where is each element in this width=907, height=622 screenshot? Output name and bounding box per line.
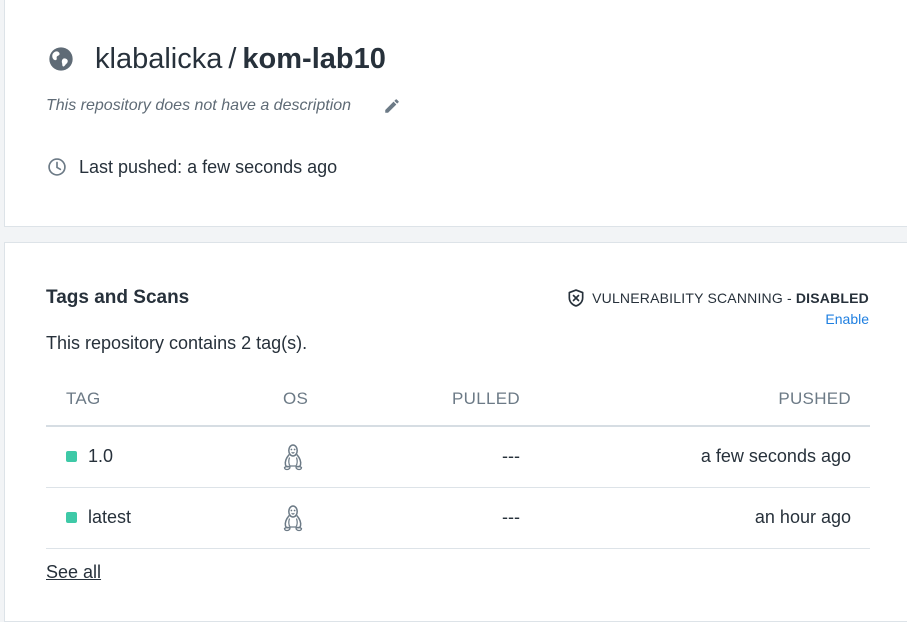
repo-namespace[interactable]: klabalicka — [95, 43, 222, 76]
pencil-icon[interactable] — [383, 97, 401, 115]
os-cell — [282, 443, 304, 476]
table-header: TAG OS PULLED PUSHED — [46, 373, 870, 427]
repo-separator: / — [228, 42, 237, 75]
repo-description-row: This repository does not have a descript… — [46, 94, 401, 118]
last-pushed-text: Last pushed: a few seconds ago — [79, 156, 338, 177]
os-cell — [282, 504, 304, 537]
globe-icon — [47, 45, 75, 73]
pulled-cell: --- — [502, 446, 520, 466]
table-row: latest --- an hour ago — [46, 488, 870, 549]
see-all-link[interactable]: See all — [46, 562, 101, 583]
tag-status-dot — [66, 451, 77, 462]
clock-icon — [47, 157, 67, 177]
column-header-os: OS — [283, 389, 309, 408]
repo-title: klabalicka / kom-lab10 — [47, 39, 386, 79]
repo-name: kom-lab10 — [242, 42, 386, 75]
tags-heading: Tags and Scans — [46, 287, 190, 308]
vulnerability-scanning-label: VULNERABILITY SCANNING — [592, 290, 783, 306]
vulnerability-scanning-status: VULNERABILITY SCANNING - DISABLED — [566, 288, 869, 308]
tag-count-text: This repository contains 2 tag(s). — [46, 333, 308, 353]
tag-cell[interactable]: latest — [66, 507, 131, 528]
column-header-pulled: PULLED — [452, 389, 520, 408]
pushed-cell: a few seconds ago — [700, 446, 851, 466]
pulled-cell: --- — [502, 507, 520, 527]
last-pushed-row: Last pushed: a few seconds ago — [47, 155, 337, 179]
repo-description: This repository does not have a descript… — [46, 97, 352, 114]
tag-name[interactable]: latest — [88, 507, 131, 528]
tag-name[interactable]: 1.0 — [88, 446, 113, 467]
tags-table: TAG OS PULLED PUSHED 1.0 --- a few secon… — [46, 373, 870, 549]
linux-icon — [282, 443, 304, 471]
vulnerability-dash: - — [786, 290, 792, 306]
repo-header-card: klabalicka / kom-lab10 This repository d… — [4, 0, 907, 227]
enable-scanning-link[interactable]: Enable — [825, 311, 869, 327]
pushed-cell: an hour ago — [754, 507, 851, 527]
vulnerability-status: DISABLED — [795, 290, 869, 306]
tag-status-dot — [66, 512, 77, 523]
linux-icon — [282, 504, 304, 532]
tags-card: Tags and Scans VULNERABILITY SCANNING - … — [4, 242, 907, 622]
table-row: 1.0 --- a few seconds ago — [46, 427, 870, 488]
column-header-pushed: PUSHED — [778, 389, 851, 408]
column-header-tag: TAG — [66, 389, 101, 408]
shield-x-icon — [566, 288, 586, 308]
tag-cell[interactable]: 1.0 — [66, 446, 113, 467]
